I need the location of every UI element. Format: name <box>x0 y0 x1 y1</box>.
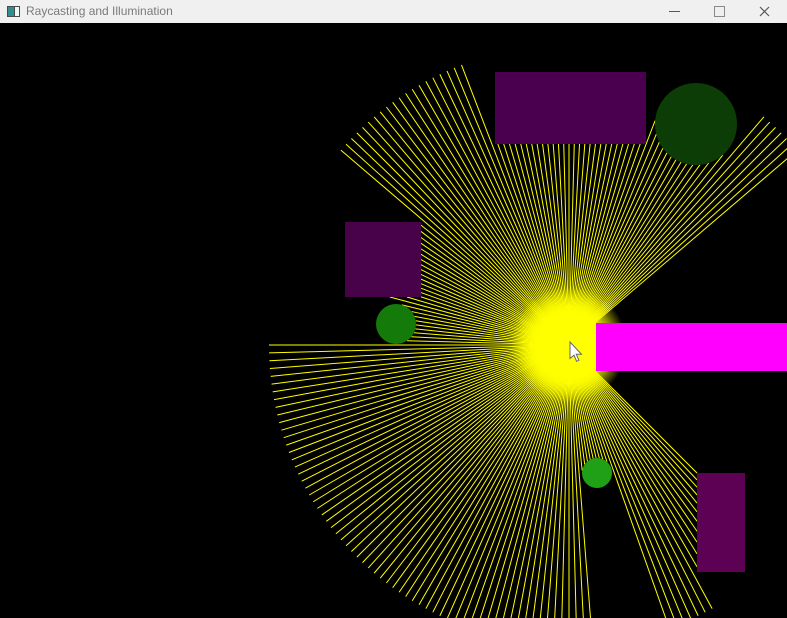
titlebar: Raycasting and Illumination <box>0 0 787 23</box>
bottom-right-purple-rect <box>697 473 745 572</box>
maximize-icon <box>714 6 725 17</box>
maximize-button[interactable] <box>697 0 742 23</box>
window-title: Raycasting and Illumination <box>26 4 173 18</box>
window-controls <box>652 0 787 23</box>
close-icon <box>759 6 770 17</box>
left-purple-square <box>345 222 421 297</box>
raycast-canvas[interactable] <box>0 0 787 618</box>
minimize-button[interactable] <box>652 0 697 23</box>
app-window: Raycasting and Illumination <box>0 0 787 618</box>
left-green-circle <box>376 304 416 344</box>
bottom-green-circle <box>582 458 612 488</box>
minimize-icon <box>669 11 680 12</box>
close-button[interactable] <box>742 0 787 23</box>
magenta-rect <box>596 323 787 371</box>
dark-green-circle <box>655 83 737 165</box>
app-icon <box>7 6 20 17</box>
top-purple-rect <box>495 72 646 144</box>
